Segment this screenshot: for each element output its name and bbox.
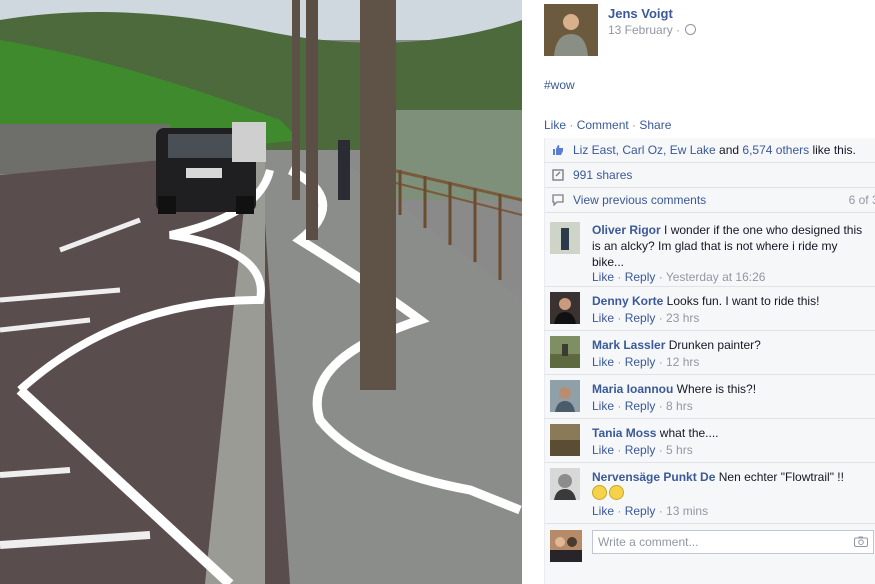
comment-meta: Like · Reply · 12 hrs [592,355,700,369]
comment-meta: Like · Reply · 8 hrs [592,399,693,413]
comment-like-button[interactable]: Like [592,270,614,284]
commenter-avatar[interactable] [550,468,580,500]
commenter-name[interactable]: Oliver Rigor [592,223,661,237]
camera-icon[interactable] [854,536,868,547]
commenter-name[interactable]: Denny Korte [592,294,663,308]
action-separator: · [566,118,577,132]
share-button[interactable]: Share [639,118,671,132]
likes-others-link[interactable]: 6,574 others [742,143,809,157]
comment-reply-button[interactable]: Reply [625,399,656,413]
comment-item: Nervensäge Punkt De Nen echter "Flowtrai… [545,463,875,524]
comment-body: Denny Korte Looks fun. I want to ride th… [592,293,870,309]
photo-bike-lane-image [0,0,522,584]
comment-like-button[interactable]: Like [592,311,614,325]
comment-meta: Like · Reply · 5 hrs [592,443,693,457]
author-avatar[interactable] [544,4,598,56]
comment-body: Maria Ioannou Where is this?! [592,381,870,397]
post-actions: Like · Comment · Share [544,118,671,132]
smiley-icon [592,485,607,500]
comment-body: Oliver Rigor I wonder if the one who des… [592,222,870,270]
feedback-section: Liz East, Carl Oz, Ew Lake and 6,574 oth… [544,138,875,584]
comment-like-button[interactable]: Like [592,504,614,518]
post-photo[interactable] [0,0,522,584]
comment-time[interactable]: 13 mins [666,504,708,518]
post-hashtag[interactable]: #wow [544,78,575,92]
comment-like-button[interactable]: Like [592,399,614,413]
post-date: 13 February · [608,23,697,37]
comment-time[interactable]: 23 hrs [666,311,699,325]
comment-like-button[interactable]: Like [592,443,614,457]
likes-and: and [715,143,743,157]
shares-link[interactable]: 991 shares [573,168,632,182]
comment-reply-button[interactable]: Reply [625,504,656,518]
like-button[interactable]: Like [544,118,566,132]
comment-body: Nervensäge Punkt De Nen echter "Flowtrai… [592,469,870,502]
comment-item: Oliver Rigor I wonder if the one who des… [545,214,875,287]
comment-text: Drunken painter? [665,338,761,352]
comment-time[interactable]: Yesterday at 16:26 [666,270,766,284]
share-icon [552,169,564,181]
commenter-name[interactable]: Tania Moss [592,426,656,440]
commenter-avatar[interactable] [550,222,580,254]
comment-button[interactable]: Comment [577,118,629,132]
likes-suffix: like this. [809,143,856,157]
comment-text: Where is this?! [673,382,757,396]
comment-text: what the.... [656,426,719,440]
comment-meta: Like · Reply · 23 hrs [592,311,700,325]
previous-comments: View previous comments 6 of 369 [545,188,875,213]
commenter-name[interactable]: Nervensäge Punkt De [592,470,715,484]
comment-text: Looks fun. I want to ride this! [663,294,820,308]
comment-item: Tania Moss what the.... Like · Reply · 5… [545,419,875,463]
commenter-avatar[interactable] [550,424,580,456]
commenter-avatar[interactable] [550,380,580,412]
comment-meta: Like · Reply · 13 mins [592,504,709,518]
author-name[interactable]: Jens Voigt [608,6,673,21]
likes-names[interactable]: Liz East, Carl Oz, Ew Lake [573,143,716,157]
comment-item: Denny Korte Looks fun. I want to ride th… [545,287,875,331]
comment-body: Mark Lassler Drunken painter? [592,337,870,353]
write-comment-placeholder: Write a comment... [598,535,699,549]
comment-meta: Like · Reply · Yesterday at 16:26 [592,270,766,284]
comment-reply-button[interactable]: Reply [625,270,656,284]
shares-summary: 991 shares [545,163,875,188]
comment-item: Mark Lassler Drunken painter? Like · Rep… [545,331,875,375]
comment-reply-button[interactable]: Reply [625,355,656,369]
comment-time[interactable]: 5 hrs [666,443,693,457]
comment-like-button[interactable]: Like [592,355,614,369]
thumbs-up-icon [553,145,563,155]
commenter-avatar[interactable] [550,336,580,368]
smiley-icon [609,485,624,500]
comment-item: Maria Ioannou Where is this?! Like · Rep… [545,375,875,419]
current-user-avatar [550,530,582,562]
commenter-name[interactable]: Mark Lassler [592,338,665,352]
likes-summary: Liz East, Carl Oz, Ew Lake and 6,574 oth… [545,138,875,163]
commenter-avatar[interactable] [550,292,580,324]
commenter-name[interactable]: Maria Ioannou [592,382,673,396]
comment-reply-button[interactable]: Reply [625,443,656,457]
comment-bubble-icon [552,194,564,206]
action-separator: · [628,118,640,132]
post-panel: Jens Voigt 13 February · #wow Like · Com… [522,0,875,584]
globe-icon [685,24,697,35]
comment-time[interactable]: 12 hrs [666,355,699,369]
comment-count: 6 of 369 [848,193,875,207]
comment-text: Nen echter "Flowtrail" !! [715,470,844,484]
comment-reply-button[interactable]: Reply [625,311,656,325]
comment-body: Tania Moss what the.... [592,425,870,441]
post-date-text[interactable]: 13 February · [608,23,683,37]
comment-time[interactable]: 8 hrs [666,399,693,413]
write-comment-input[interactable]: Write a comment... [592,530,874,554]
view-previous-comments-link[interactable]: View previous comments [573,193,706,207]
